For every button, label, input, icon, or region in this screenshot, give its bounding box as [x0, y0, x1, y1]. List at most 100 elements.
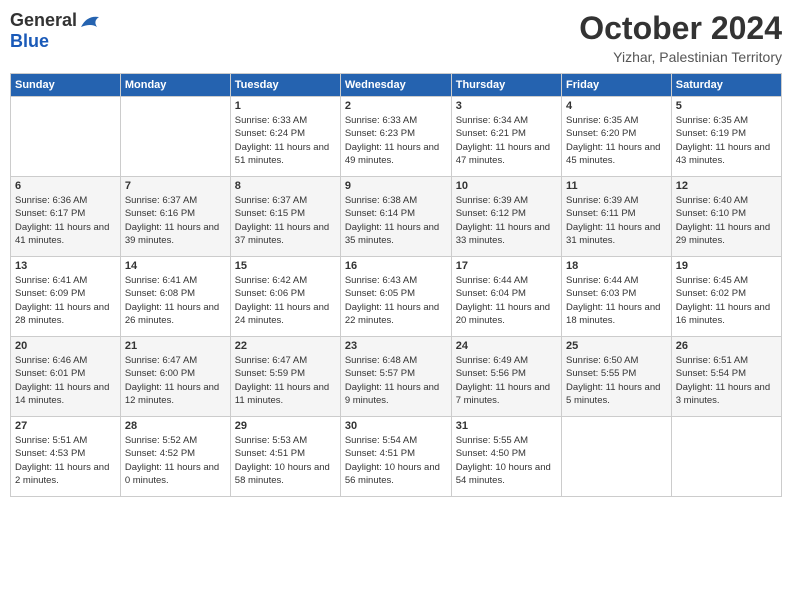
day-number: 8 [235, 180, 336, 192]
day-info: Sunrise: 6:47 AMSunset: 6:00 PMDaylight:… [125, 354, 226, 407]
day-cell: 10 Sunrise: 6:39 AMSunset: 6:12 PMDayligh… [451, 177, 561, 257]
day-number: 2 [345, 100, 447, 112]
day-cell: 20 Sunrise: 6:46 AMSunset: 6:01 PMDayligh… [11, 337, 121, 417]
day-cell: 14 Sunrise: 6:41 AMSunset: 6:08 PMDayligh… [120, 257, 230, 337]
day-info: Sunrise: 5:54 AMSunset: 4:51 PMDaylight:… [345, 434, 447, 487]
day-number: 26 [676, 340, 777, 352]
day-info: Sunrise: 6:48 AMSunset: 5:57 PMDaylight:… [345, 354, 447, 407]
day-info: Sunrise: 5:51 AMSunset: 4:53 PMDaylight:… [15, 434, 116, 487]
day-number: 11 [566, 180, 667, 192]
logo-general-text: General [10, 10, 77, 31]
day-cell: 28 Sunrise: 5:52 AMSunset: 4:52 PMDayligh… [120, 417, 230, 497]
day-number: 20 [15, 340, 116, 352]
day-info: Sunrise: 6:35 AMSunset: 6:19 PMDaylight:… [676, 114, 777, 167]
logo: General Blue [10, 10, 101, 52]
day-info: Sunrise: 6:34 AMSunset: 6:21 PMDaylight:… [456, 114, 557, 167]
day-info: Sunrise: 6:37 AMSunset: 6:16 PMDaylight:… [125, 194, 226, 247]
day-info: Sunrise: 6:39 AMSunset: 6:12 PMDaylight:… [456, 194, 557, 247]
day-info: Sunrise: 6:41 AMSunset: 6:09 PMDaylight:… [15, 274, 116, 327]
day-cell [11, 97, 121, 177]
day-info: Sunrise: 6:44 AMSunset: 6:03 PMDaylight:… [566, 274, 667, 327]
day-cell: 25 Sunrise: 6:50 AMSunset: 5:55 PMDayligh… [562, 337, 672, 417]
day-cell: 23Sunrise: 6:48 AMSunset: 5:57 PMDayligh… [340, 337, 451, 417]
day-cell: 13 Sunrise: 6:41 AMSunset: 6:09 PMDayligh… [11, 257, 121, 337]
day-cell: 4 Sunrise: 6:35 AMSunset: 6:20 PMDaylight… [562, 97, 672, 177]
day-info: Sunrise: 6:51 AMSunset: 5:54 PMDaylight:… [676, 354, 777, 407]
day-info: Sunrise: 6:47 AMSunset: 5:59 PMDaylight:… [235, 354, 336, 407]
day-cell: 7 Sunrise: 6:37 AMSunset: 6:16 PMDaylight… [120, 177, 230, 257]
day-cell: 1Sunrise: 6:33 AMSunset: 6:24 PMDaylight… [230, 97, 340, 177]
day-number: 16 [345, 260, 447, 272]
header-row: Sunday Monday Tuesday Wednesday Thursday… [11, 74, 782, 97]
day-number: 25 [566, 340, 667, 352]
day-cell: 17 Sunrise: 6:44 AMSunset: 6:04 PMDayligh… [451, 257, 561, 337]
title-block: October 2024 Yizhar, Palestinian Territo… [579, 10, 782, 65]
day-info: Sunrise: 5:53 AMSunset: 4:51 PMDaylight:… [235, 434, 336, 487]
day-info: Sunrise: 6:50 AMSunset: 5:55 PMDaylight:… [566, 354, 667, 407]
day-cell: 29 Sunrise: 5:53 AMSunset: 4:51 PMDayligh… [230, 417, 340, 497]
day-info: Sunrise: 6:33 AMSunset: 6:24 PMDaylight:… [235, 114, 336, 167]
day-number: 12 [676, 180, 777, 192]
day-cell: 16Sunrise: 6:43 AMSunset: 6:05 PMDayligh… [340, 257, 451, 337]
page: General Blue October 2024 Yizhar, Palest… [0, 0, 792, 612]
logo-wing-icon [79, 13, 101, 29]
day-number: 21 [125, 340, 226, 352]
day-number: 5 [676, 100, 777, 112]
header-tuesday: Tuesday [230, 74, 340, 97]
header-thursday: Thursday [451, 74, 561, 97]
day-number: 13 [15, 260, 116, 272]
day-info: Sunrise: 5:52 AMSunset: 4:52 PMDaylight:… [125, 434, 226, 487]
day-number: 27 [15, 420, 116, 432]
month-title: October 2024 [579, 10, 782, 47]
day-cell [671, 417, 781, 497]
day-number: 3 [456, 100, 557, 112]
day-cell [562, 417, 672, 497]
day-number: 29 [235, 420, 336, 432]
header-wednesday: Wednesday [340, 74, 451, 97]
day-cell: 9Sunrise: 6:38 AMSunset: 6:14 PMDaylight… [340, 177, 451, 257]
week-row-5: 27 Sunrise: 5:51 AMSunset: 4:53 PMDayligh… [11, 417, 782, 497]
day-info: Sunrise: 6:38 AMSunset: 6:14 PMDaylight:… [345, 194, 447, 247]
day-number: 28 [125, 420, 226, 432]
day-info: Sunrise: 6:44 AMSunset: 6:04 PMDaylight:… [456, 274, 557, 327]
day-info: Sunrise: 6:35 AMSunset: 6:20 PMDaylight:… [566, 114, 667, 167]
header-monday: Monday [120, 74, 230, 97]
week-row-4: 20 Sunrise: 6:46 AMSunset: 6:01 PMDayligh… [11, 337, 782, 417]
day-cell: 19 Sunrise: 6:45 AMSunset: 6:02 PMDayligh… [671, 257, 781, 337]
day-info: Sunrise: 6:46 AMSunset: 6:01 PMDaylight:… [15, 354, 116, 407]
day-info: Sunrise: 6:49 AMSunset: 5:56 PMDaylight:… [456, 354, 557, 407]
day-info: Sunrise: 6:45 AMSunset: 6:02 PMDaylight:… [676, 274, 777, 327]
day-cell: 24 Sunrise: 6:49 AMSunset: 5:56 PMDayligh… [451, 337, 561, 417]
day-cell: 21 Sunrise: 6:47 AMSunset: 6:00 PMDayligh… [120, 337, 230, 417]
day-number: 7 [125, 180, 226, 192]
day-cell: 30Sunrise: 5:54 AMSunset: 4:51 PMDayligh… [340, 417, 451, 497]
day-info: Sunrise: 6:42 AMSunset: 6:06 PMDaylight:… [235, 274, 336, 327]
day-info: Sunrise: 6:33 AMSunset: 6:23 PMDaylight:… [345, 114, 447, 167]
day-info: Sunrise: 5:55 AMSunset: 4:50 PMDaylight:… [456, 434, 557, 487]
week-row-2: 6 Sunrise: 6:36 AMSunset: 6:17 PMDaylight… [11, 177, 782, 257]
day-info: Sunrise: 6:40 AMSunset: 6:10 PMDaylight:… [676, 194, 777, 247]
day-number: 19 [676, 260, 777, 272]
day-info: Sunrise: 6:41 AMSunset: 6:08 PMDaylight:… [125, 274, 226, 327]
day-cell: 18 Sunrise: 6:44 AMSunset: 6:03 PMDayligh… [562, 257, 672, 337]
day-cell: 5 Sunrise: 6:35 AMSunset: 6:19 PMDaylight… [671, 97, 781, 177]
day-info: Sunrise: 6:37 AMSunset: 6:15 PMDaylight:… [235, 194, 336, 247]
day-number: 17 [456, 260, 557, 272]
location-title: Yizhar, Palestinian Territory [579, 49, 782, 65]
day-number: 14 [125, 260, 226, 272]
week-row-1: 1Sunrise: 6:33 AMSunset: 6:24 PMDaylight… [11, 97, 782, 177]
day-number: 24 [456, 340, 557, 352]
day-number: 10 [456, 180, 557, 192]
day-number: 18 [566, 260, 667, 272]
week-row-3: 13 Sunrise: 6:41 AMSunset: 6:09 PMDayligh… [11, 257, 782, 337]
day-cell: 26 Sunrise: 6:51 AMSunset: 5:54 PMDayligh… [671, 337, 781, 417]
calendar-body: 1Sunrise: 6:33 AMSunset: 6:24 PMDaylight… [11, 97, 782, 497]
day-cell: 15Sunrise: 6:42 AMSunset: 6:06 PMDayligh… [230, 257, 340, 337]
day-number: 4 [566, 100, 667, 112]
day-number: 22 [235, 340, 336, 352]
day-info: Sunrise: 6:36 AMSunset: 6:17 PMDaylight:… [15, 194, 116, 247]
day-number: 6 [15, 180, 116, 192]
day-number: 31 [456, 420, 557, 432]
day-cell: 11Sunrise: 6:39 AMSunset: 6:11 PMDayligh… [562, 177, 672, 257]
day-cell: 3 Sunrise: 6:34 AMSunset: 6:21 PMDaylight… [451, 97, 561, 177]
